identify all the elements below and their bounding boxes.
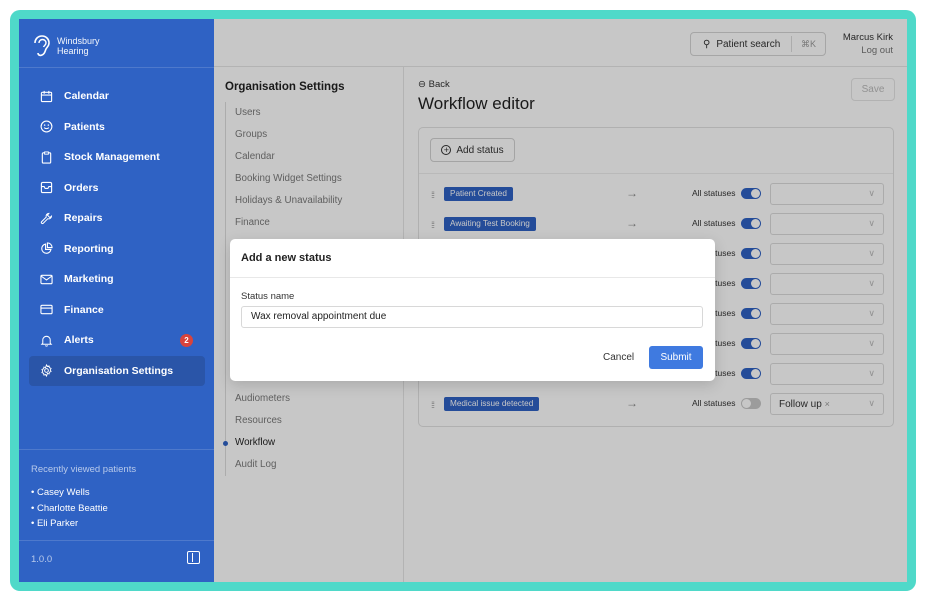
clipboard-icon bbox=[41, 151, 52, 164]
sidebar-nav: Calendar Patients Stock Management Order… bbox=[29, 81, 205, 386]
brand-name: Windsbury Hearing bbox=[57, 36, 100, 56]
divider bbox=[230, 277, 715, 278]
dialog-title: Add a new status bbox=[241, 252, 332, 264]
sidebar-item-alerts[interactable]: Alerts 2 bbox=[29, 325, 205, 356]
divider bbox=[19, 449, 214, 450]
add-status-dialog: Add a new status Status name Wax removal… bbox=[230, 239, 715, 381]
sidebar-item-organisation-settings[interactable]: Organisation Settings bbox=[29, 355, 205, 386]
sidebar-item-label: Repairs bbox=[64, 212, 103, 225]
gear-icon bbox=[41, 364, 52, 378]
sidebar-item-repairs[interactable]: Repairs bbox=[29, 203, 205, 234]
submit-button[interactable]: Submit bbox=[649, 346, 703, 369]
window-frame: Windsbury Hearing Calendar Patients Stock… bbox=[10, 10, 916, 591]
sidebar-item-patients[interactable]: Patients bbox=[29, 112, 205, 143]
inbox-icon bbox=[40, 182, 53, 194]
cancel-button[interactable]: Cancel bbox=[603, 352, 634, 363]
sidebar-item-calendar[interactable]: Calendar bbox=[29, 81, 205, 112]
sidebar-item-label: Stock Management bbox=[64, 151, 160, 164]
divider bbox=[19, 67, 214, 68]
collapse-sidebar-icon[interactable] bbox=[187, 551, 200, 564]
mail-icon bbox=[40, 274, 53, 284]
pie-chart-icon bbox=[41, 242, 53, 255]
sidebar-item-label: Alerts bbox=[64, 334, 94, 347]
sidebar-item-stock-management[interactable]: Stock Management bbox=[29, 142, 205, 173]
ear-logo-icon bbox=[34, 35, 50, 57]
status-name-input[interactable]: Wax removal appointment due bbox=[241, 306, 703, 328]
bell-icon bbox=[40, 335, 53, 347]
sidebar-item-label: Organisation Settings bbox=[64, 364, 174, 377]
calendar-icon bbox=[40, 90, 53, 102]
sidebar-item-label: Marketing bbox=[64, 273, 114, 286]
smiley-icon bbox=[40, 120, 53, 133]
alerts-count-badge: 2 bbox=[180, 334, 193, 347]
sidebar-item-finance[interactable]: Finance bbox=[29, 295, 205, 326]
recent-patient-link[interactable]: • Charlotte Beattie bbox=[31, 501, 108, 517]
sidebar-item-label: Reporting bbox=[64, 242, 114, 255]
brand-logo[interactable]: Windsbury Hearing bbox=[31, 31, 100, 61]
app-window: Windsbury Hearing Calendar Patients Stock… bbox=[19, 19, 907, 582]
recent-patient-link[interactable]: • Eli Parker bbox=[31, 516, 108, 532]
sidebar-item-marketing[interactable]: Marketing bbox=[29, 264, 205, 295]
sidebar-item-label: Patients bbox=[64, 120, 105, 133]
app-version: 1.0.0 bbox=[31, 554, 53, 565]
sidebar-item-reporting[interactable]: Reporting bbox=[29, 234, 205, 265]
sidebar-item-orders[interactable]: Orders bbox=[29, 173, 205, 204]
sidebar-item-label: Orders bbox=[64, 181, 99, 194]
credit-card-icon bbox=[40, 305, 53, 315]
sidebar: Windsbury Hearing Calendar Patients Stock… bbox=[19, 19, 214, 582]
recent-patients-heading: Recently viewed patients bbox=[31, 464, 137, 475]
sidebar-item-label: Calendar bbox=[64, 90, 109, 103]
recent-patients-list: • Casey Wells • Charlotte Beattie • Eli … bbox=[31, 485, 108, 532]
recent-patient-link[interactable]: • Casey Wells bbox=[31, 485, 108, 501]
divider bbox=[19, 540, 214, 541]
sidebar-item-label: Finance bbox=[64, 303, 104, 316]
status-name-label: Status name bbox=[241, 291, 295, 302]
wrench-icon bbox=[40, 212, 53, 224]
